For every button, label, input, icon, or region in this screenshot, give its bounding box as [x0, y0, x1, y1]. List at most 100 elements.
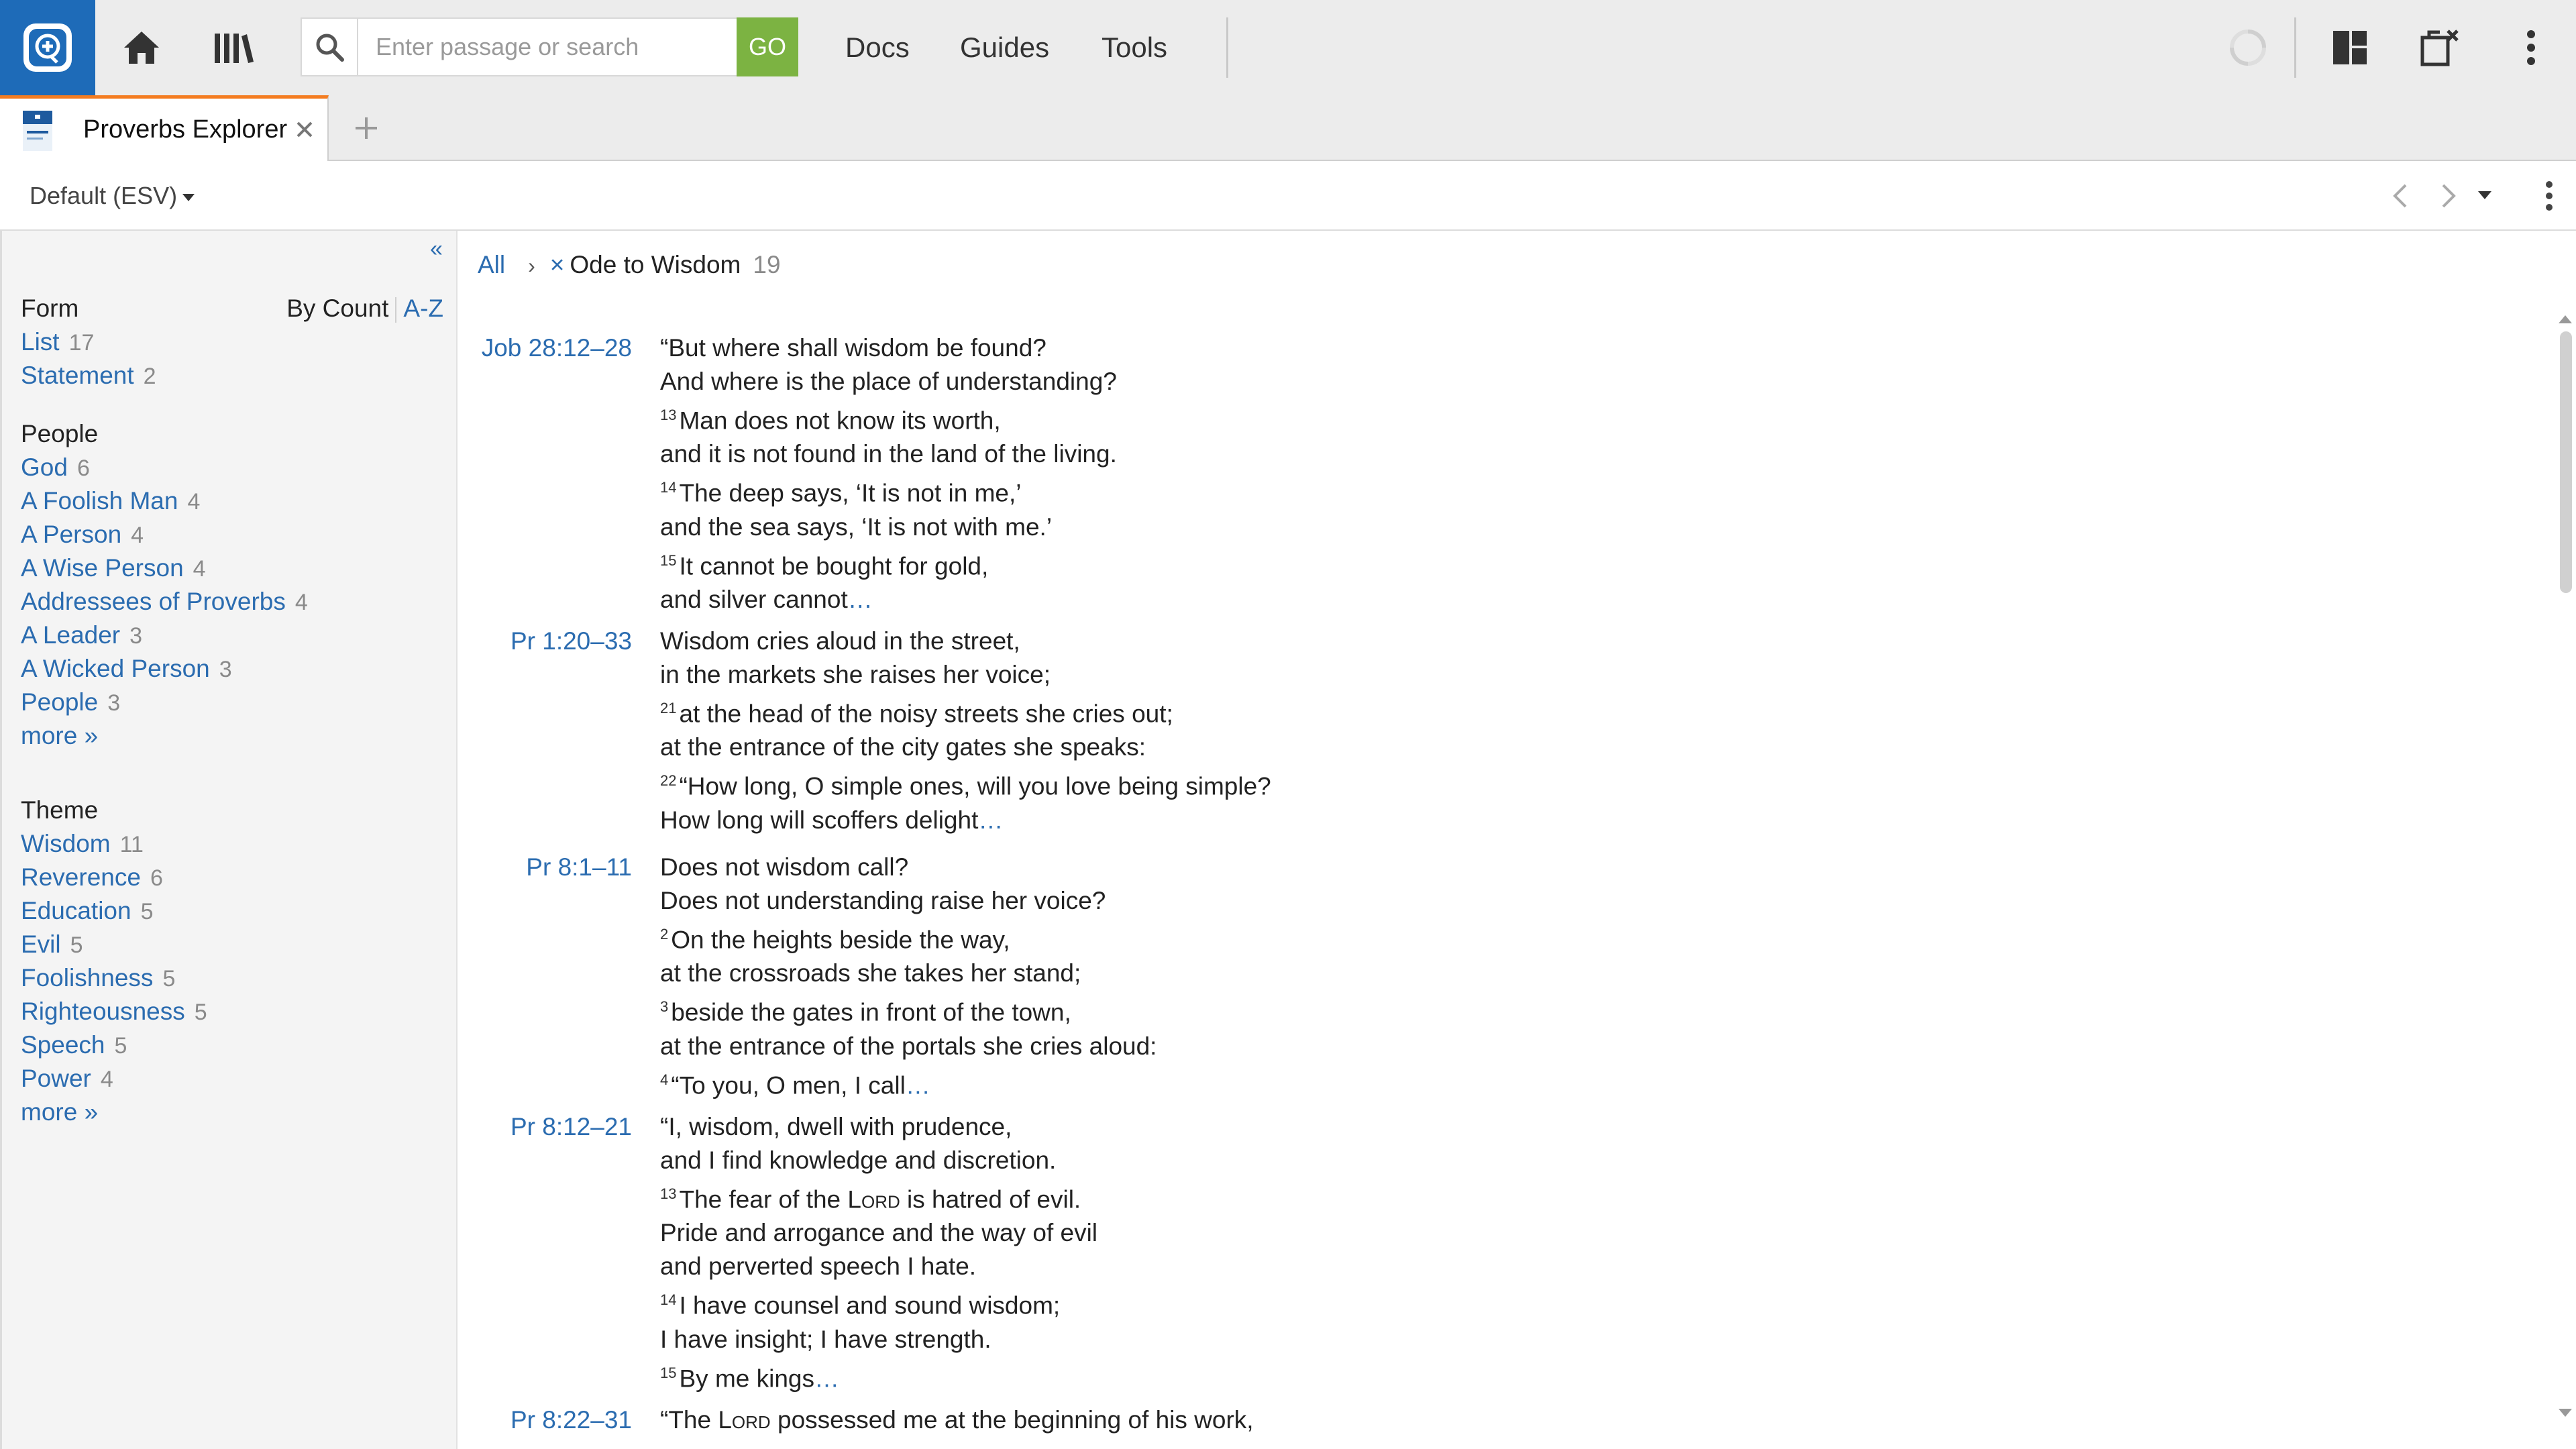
- search-input[interactable]: [360, 19, 703, 75]
- facet-item[interactable]: People 3: [21, 686, 443, 719]
- line-text: in the markets she raises her voice;: [660, 661, 1051, 688]
- line-text: I have counsel and sound wisdom;: [679, 1291, 1061, 1320]
- facet-item[interactable]: A Leader 3: [21, 619, 443, 652]
- breadcrumb-separator: ›: [528, 254, 535, 278]
- passage-reference-link[interactable]: Pr 8:22–31: [511, 1403, 632, 1437]
- home-button[interactable]: [105, 0, 178, 95]
- close-icon: [297, 121, 313, 138]
- line-text: and it is not found in the land of the l…: [660, 440, 1117, 468]
- remove-filter-button[interactable]: ×: [550, 251, 565, 278]
- passage-reference-link[interactable]: Job 28:12–28: [482, 331, 632, 365]
- verse-number: 13: [660, 1185, 677, 1202]
- facet-item-label: Wisdom: [21, 830, 111, 857]
- facet-item-count: 4: [187, 489, 201, 515]
- verse-number: 2: [660, 926, 669, 943]
- line-text: The fear of the: [679, 1185, 848, 1214]
- verse-number: 14: [660, 479, 677, 496]
- layouts-button[interactable]: [2313, 0, 2387, 95]
- facet-item[interactable]: God 6: [21, 451, 443, 484]
- passage-line: “The Lord possessed me at the beginning …: [660, 1403, 2404, 1437]
- facet-item[interactable]: A Person 4: [21, 518, 443, 551]
- breadcrumb-all-link[interactable]: All: [478, 251, 505, 278]
- close-panels-button[interactable]: [2403, 0, 2477, 95]
- facet-item[interactable]: A Wicked Person 3: [21, 652, 443, 686]
- vertical-scrollbar[interactable]: [2555, 231, 2576, 1449]
- scroll-down-arrow-icon[interactable]: [2559, 1409, 2572, 1417]
- sort-az-button[interactable]: A-Z: [403, 294, 443, 322]
- facet-item-label: A Leader: [21, 621, 121, 649]
- collapse-sidebar-button[interactable]: «: [430, 236, 443, 262]
- panel-menu-button[interactable]: [2529, 176, 2569, 216]
- facet-item[interactable]: Speech 5: [21, 1028, 443, 1062]
- facet-item[interactable]: A Foolish Man 4: [21, 484, 443, 518]
- line-text: Man does not know its worth,: [679, 407, 1001, 435]
- line-text: Does not wisdom call?: [660, 853, 909, 881]
- facet-item[interactable]: Evil 5: [21, 928, 443, 961]
- facet-item-label: Foolishness: [21, 964, 154, 991]
- facet-item[interactable]: Wisdom 11: [21, 827, 443, 861]
- search-icon: [302, 19, 358, 75]
- line-text: and perverted speech I hate.: [660, 1252, 977, 1281]
- logos-home-logo-button[interactable]: [0, 0, 95, 95]
- passage-reference-link[interactable]: Pr 1:20–33: [511, 625, 632, 658]
- bible-version-label: Default (ESV): [30, 182, 178, 209]
- verse-number: 3: [660, 998, 669, 1016]
- passage-line: and the sea says, ‘It is not with me.’: [660, 511, 2404, 544]
- facet-item[interactable]: Statement 2: [21, 359, 443, 392]
- facet-more-people-link[interactable]: more »: [21, 719, 443, 753]
- expand-passage-ellipsis[interactable]: …: [814, 1364, 839, 1392]
- facet-item[interactable]: Foolishness 5: [21, 961, 443, 995]
- facet-heading-theme: Theme: [21, 796, 99, 824]
- history-forward-button[interactable]: [2428, 176, 2469, 216]
- facet-item[interactable]: Righteousness 5: [21, 995, 443, 1028]
- facet-item[interactable]: Power 4: [21, 1062, 443, 1095]
- facet-more-theme-link[interactable]: more »: [21, 1095, 443, 1129]
- history-back-button[interactable]: [2380, 176, 2420, 216]
- facet-item[interactable]: Addressees of Proverbs 4: [21, 585, 443, 619]
- passage-reference-link[interactable]: Pr 8:12–21: [511, 1110, 632, 1144]
- toolbar-divider: [2294, 17, 2296, 78]
- passage-line: 15 By me kings…: [660, 1356, 2404, 1395]
- more-vertical-icon: [2546, 181, 2553, 211]
- nav-tools[interactable]: Tools: [1102, 0, 1167, 95]
- library-button[interactable]: [197, 0, 271, 95]
- facet-item-label: List: [21, 328, 60, 356]
- sort-by-count-button[interactable]: By Count: [286, 294, 388, 322]
- bible-version-dropdown[interactable]: Default (ESV): [30, 161, 195, 231]
- tab-proverbs-explorer[interactable]: Proverbs Explorer: [0, 95, 329, 161]
- expand-passage-ellipsis[interactable]: …: [848, 586, 873, 613]
- logos-logo-icon: [23, 23, 72, 72]
- passage-reference-link[interactable]: Pr 8:1–11: [526, 851, 632, 884]
- sync-button[interactable]: [2211, 0, 2285, 95]
- more-vertical-icon: [2527, 30, 2535, 65]
- add-tab-button[interactable]: [346, 106, 386, 150]
- passage-line: 22 “How long, O simple ones, will you lov…: [660, 764, 2404, 803]
- app-menu-button[interactable]: [2494, 0, 2568, 95]
- facet-item[interactable]: A Wise Person 4: [21, 551, 443, 585]
- book-icon: [23, 111, 52, 151]
- verse-number: 13: [660, 407, 677, 423]
- line-text: “I, wisdom, dwell with prudence,: [660, 1113, 1012, 1140]
- go-button[interactable]: GO: [737, 17, 798, 76]
- scrollbar-thumb[interactable]: [2560, 331, 2572, 593]
- line-text: at the crossroads she takes her stand;: [660, 959, 1081, 987]
- facet-item[interactable]: Reverence 6: [21, 861, 443, 894]
- nav-docs[interactable]: Docs: [845, 0, 910, 95]
- passage-line: 2 On the heights beside the way,: [660, 918, 2404, 957]
- passage-line: Does not wisdom call?: [660, 851, 2404, 884]
- sync-icon: [2230, 30, 2266, 66]
- line-text: “How long, O simple ones, will you love …: [679, 772, 1271, 800]
- results-pane: All › × Ode to Wisdom 19 Job 28:12–28 “But wh…: [459, 231, 2552, 1449]
- expand-passage-ellipsis[interactable]: …: [978, 806, 1003, 834]
- search-box[interactable]: [301, 17, 798, 76]
- tab-close-button[interactable]: [290, 109, 319, 150]
- expand-passage-ellipsis[interactable]: …: [906, 1071, 930, 1099]
- nav-guides[interactable]: Guides: [960, 0, 1049, 95]
- facet-item[interactable]: Education 5: [21, 894, 443, 928]
- breadcrumb-current-filter: Ode to Wisdom: [570, 251, 741, 278]
- tab-title: Proverbs Explorer: [83, 115, 288, 144]
- facet-item[interactable]: List 17: [21, 325, 443, 359]
- history-dropdown-button[interactable]: [2465, 176, 2505, 216]
- line-text: possessed me at the beginning of his wor…: [770, 1406, 1254, 1434]
- scroll-up-arrow-icon[interactable]: [2559, 315, 2572, 323]
